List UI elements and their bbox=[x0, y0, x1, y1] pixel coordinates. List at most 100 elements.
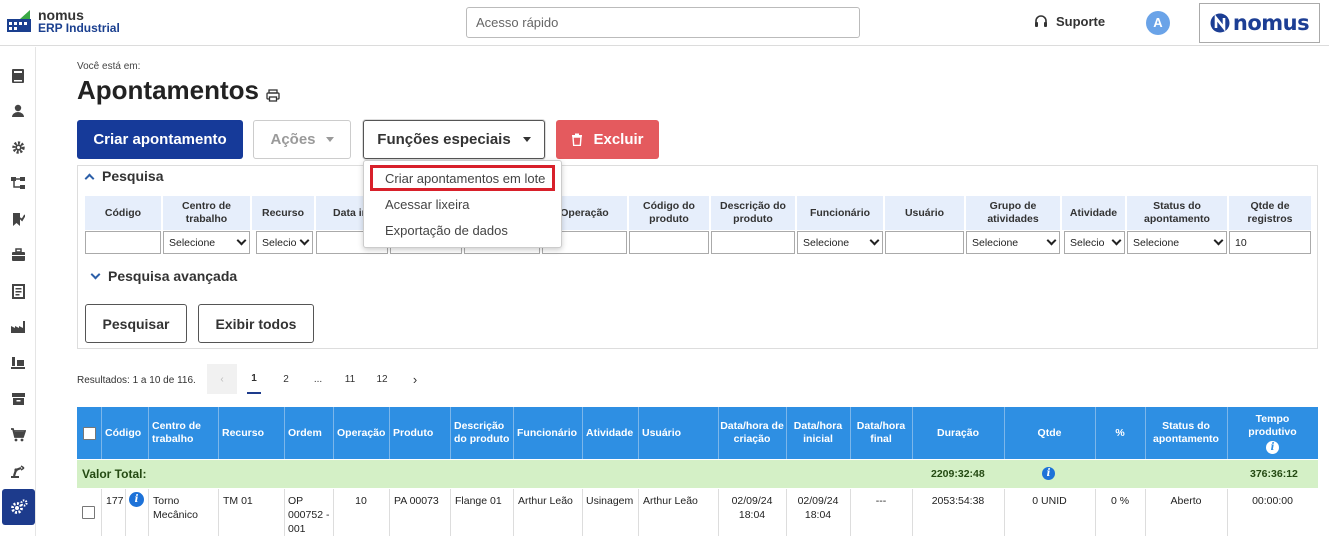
th-codigo[interactable]: Código bbox=[101, 407, 148, 459]
th-status[interactable]: Status do apontamento bbox=[1145, 407, 1227, 459]
th-operacao[interactable]: Operação bbox=[333, 407, 389, 459]
logo-subtitle: ERP Industrial bbox=[38, 21, 120, 35]
next-page-button[interactable]: › bbox=[408, 364, 422, 394]
th-data-criacao[interactable]: Data/hora de criação bbox=[718, 407, 786, 459]
th-atividade[interactable]: Atividade bbox=[582, 407, 638, 459]
acoes-button[interactable]: Ações bbox=[253, 120, 351, 159]
filter-head-atividade: Atividade bbox=[1062, 196, 1125, 230]
excluir-button[interactable]: Excluir bbox=[556, 120, 659, 159]
funcionario-filter-value: Selecione bbox=[803, 236, 850, 249]
chevron-down-icon bbox=[299, 235, 310, 246]
chevron-down-icon bbox=[869, 235, 880, 246]
app-logo[interactable]: nomus ERP Industrial bbox=[6, 8, 120, 35]
book-icon[interactable] bbox=[4, 63, 32, 89]
trash-icon bbox=[572, 133, 583, 146]
th-usuario[interactable]: Usuário bbox=[638, 407, 718, 459]
select-all-checkbox[interactable] bbox=[83, 426, 96, 440]
chevron-down-icon bbox=[1213, 235, 1224, 246]
sidebar bbox=[0, 47, 36, 536]
bookmark-check-icon[interactable] bbox=[4, 206, 32, 232]
briefcase-icon[interactable] bbox=[4, 242, 32, 268]
menu-item-criar-lote[interactable]: Criar apontamentos em lote bbox=[385, 171, 545, 186]
codigo-filter-input[interactable] bbox=[85, 231, 161, 254]
info-icon[interactable]: i bbox=[1042, 467, 1055, 480]
menu-item-exportacao[interactable]: Exportação de dados bbox=[385, 223, 508, 238]
th-duracao[interactable]: Duração bbox=[912, 407, 1004, 459]
cell-data-criacao: 02/09/24 18:04 bbox=[731, 495, 773, 521]
cart-icon[interactable] bbox=[4, 422, 32, 448]
recurso-filter-select[interactable]: Selecio bbox=[256, 231, 313, 254]
headset-icon bbox=[1035, 14, 1047, 27]
th-tempo-produtivo[interactable]: Tempo produtivo i bbox=[1227, 407, 1318, 459]
factory-logo-icon bbox=[6, 9, 32, 33]
robot-arm-icon[interactable] bbox=[4, 458, 32, 484]
avatar[interactable]: A bbox=[1146, 11, 1170, 35]
chevron-left-icon: ‹ bbox=[220, 373, 224, 385]
page-2[interactable]: 2 bbox=[280, 364, 292, 394]
th-percent[interactable]: % bbox=[1095, 407, 1145, 459]
page-1[interactable]: 1 bbox=[247, 364, 261, 394]
archive-icon[interactable] bbox=[4, 386, 32, 412]
th-descricao[interactable]: Descrição do produto bbox=[450, 407, 513, 459]
prev-page-button[interactable]: ‹ bbox=[207, 364, 237, 394]
th-qtde[interactable]: Qtde bbox=[1004, 407, 1095, 459]
breadcrumb: Você está em: bbox=[77, 61, 141, 72]
gear-icon[interactable] bbox=[4, 134, 32, 160]
create-apontamento-button[interactable]: Criar apontamento bbox=[77, 120, 243, 159]
chevron-right-icon: › bbox=[412, 371, 418, 387]
ledger-icon[interactable] bbox=[4, 278, 32, 304]
funcoes-label: Funções especiais bbox=[377, 131, 511, 148]
info-icon[interactable]: i bbox=[1266, 440, 1279, 454]
status-filter-select[interactable]: Selecione bbox=[1127, 231, 1227, 254]
descricao-produto-filter-input[interactable] bbox=[711, 231, 795, 254]
conveyor-icon[interactable] bbox=[4, 350, 32, 376]
th-data-final[interactable]: Data/hora final bbox=[850, 407, 912, 459]
support-label: Suporte bbox=[1056, 14, 1106, 29]
settings-gears-icon[interactable] bbox=[2, 489, 35, 525]
row-checkbox[interactable] bbox=[82, 506, 95, 519]
flow-icon[interactable] bbox=[4, 170, 32, 196]
th-funcionario[interactable]: Funcionário bbox=[513, 407, 582, 459]
search-button[interactable]: Pesquisar bbox=[85, 304, 187, 343]
grupo-atividades-filter-select[interactable]: Selecione bbox=[966, 231, 1060, 254]
atividade-filter-select[interactable]: Selecio bbox=[1064, 231, 1125, 254]
advanced-search-toggle[interactable]: Pesquisa avançada bbox=[90, 268, 237, 284]
show-all-button[interactable]: Exibir todos bbox=[198, 304, 314, 343]
th-centro[interactable]: Centro de trabalho bbox=[148, 407, 218, 459]
centro-filter-select[interactable]: Selecione bbox=[163, 231, 250, 254]
excluir-label: Excluir bbox=[593, 131, 644, 148]
cell-descricao: Flange 01 bbox=[455, 495, 502, 507]
filter-head-grupo-atividades: Grupo de atividades bbox=[966, 196, 1060, 230]
support-button[interactable]: Suporte bbox=[1034, 14, 1105, 29]
th-data-inicial[interactable]: Data/hora inicial bbox=[786, 407, 850, 459]
th-produto[interactable]: Produto bbox=[389, 407, 450, 459]
user-icon[interactable] bbox=[4, 98, 32, 124]
filter-head-qtde-registros: Qtde de registros bbox=[1229, 196, 1311, 230]
funcionario-filter-select[interactable]: Selecione bbox=[797, 231, 883, 254]
th-ordem[interactable]: Ordem bbox=[284, 407, 333, 459]
page-12[interactable]: 12 bbox=[373, 364, 391, 394]
centro-filter-value: Selecione bbox=[169, 236, 216, 249]
quick-access-input[interactable] bbox=[466, 7, 860, 38]
codigo-produto-filter-input[interactable] bbox=[629, 231, 709, 254]
recurso-filter-value: Selecio bbox=[262, 236, 297, 249]
chevron-down-icon bbox=[90, 269, 101, 280]
select-all-cell bbox=[77, 407, 101, 459]
usuario-filter-input[interactable] bbox=[885, 231, 964, 254]
funcoes-especiais-button[interactable]: Funções especiais bbox=[363, 120, 545, 159]
cell-data-inicial: 02/09/24 18:04 bbox=[797, 495, 839, 521]
menu-item-lixeira[interactable]: Acessar lixeira bbox=[385, 197, 470, 212]
total-row bbox=[77, 460, 1318, 488]
th-recurso[interactable]: Recurso bbox=[218, 407, 284, 459]
page-11[interactable]: 11 bbox=[341, 364, 359, 394]
info-icon[interactable]: i bbox=[129, 492, 144, 507]
total-label: Valor Total: bbox=[82, 467, 147, 481]
factory-icon[interactable] bbox=[4, 314, 32, 340]
filter-head-codigo: Código bbox=[85, 196, 161, 230]
cell-atividade: Usinagem bbox=[586, 495, 634, 507]
print-icon[interactable] bbox=[266, 88, 280, 102]
search-section-toggle[interactable]: Pesquisa bbox=[84, 168, 163, 184]
chevron-down-icon bbox=[236, 235, 247, 246]
cell-data-final: --- bbox=[875, 495, 887, 507]
qtde-registros-input[interactable]: 10 bbox=[1229, 231, 1311, 254]
